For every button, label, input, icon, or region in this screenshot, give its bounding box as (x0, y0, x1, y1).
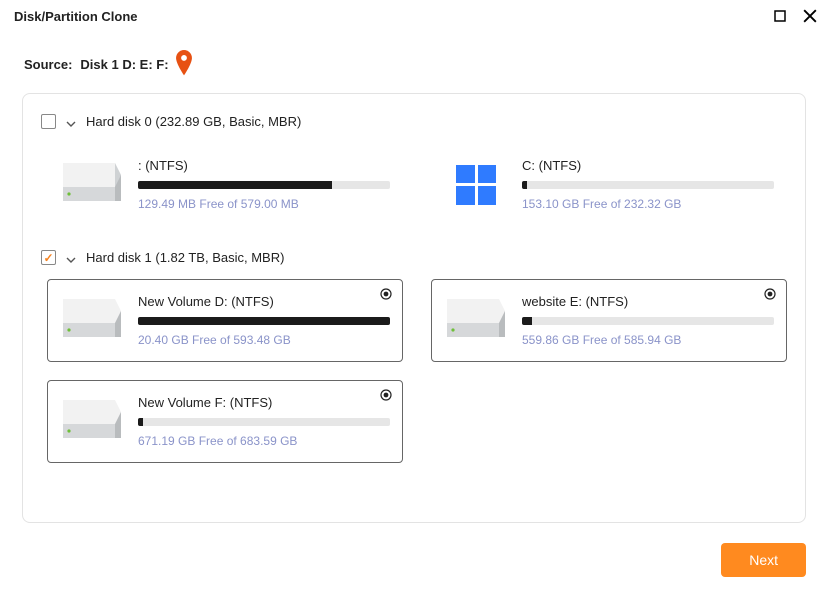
selected-radio-icon (380, 288, 392, 300)
partition-free: 129.49 MB Free of 579.00 MB (138, 197, 390, 211)
window-controls (772, 8, 818, 24)
partition-title: website E: (NTFS) (522, 294, 774, 309)
source-value: Disk 1 D: E: F: (80, 57, 168, 72)
selected-radio-icon (380, 389, 392, 401)
usage-bar (522, 317, 774, 325)
disk-checkbox-1[interactable] (41, 250, 56, 265)
partition-title: New Volume F: (NTFS) (138, 395, 390, 410)
partition-title: New Volume D: (NTFS) (138, 294, 390, 309)
close-button[interactable] (802, 8, 818, 24)
disk-1-partitions-row1: New Volume D: (NTFS) 20.40 GB Free of 59… (47, 279, 787, 362)
drive-icon (60, 395, 124, 448)
usage-bar (138, 418, 390, 426)
chevron-down-icon[interactable] (66, 253, 76, 263)
selected-radio-icon (764, 288, 776, 300)
partition-free: 559.86 GB Free of 585.94 GB (522, 333, 774, 347)
disk-label-1: Hard disk 1 (1.82 TB, Basic, MBR) (86, 250, 284, 265)
partition-card[interactable]: : (NTFS) 129.49 MB Free of 579.00 MB (47, 143, 403, 226)
drive-icon (60, 158, 124, 211)
titlebar: Disk/Partition Clone (0, 0, 828, 32)
partition-card[interactable]: New Volume F: (NTFS) 671.19 GB Free of 6… (47, 380, 403, 463)
disk-0-partitions: : (NTFS) 129.49 MB Free of 579.00 MB C: … (47, 143, 787, 226)
disk-list-panel: Hard disk 0 (232.89 GB, Basic, MBR) : (N… (22, 93, 806, 523)
usage-bar (138, 317, 390, 325)
disk-header-0[interactable]: Hard disk 0 (232.89 GB, Basic, MBR) (41, 114, 787, 129)
footer: Next (721, 543, 806, 577)
partition-card[interactable]: C: (NTFS) 153.10 GB Free of 232.32 GB (431, 143, 787, 226)
map-pin-icon (175, 50, 193, 79)
partition-title: : (NTFS) (138, 158, 390, 173)
maximize-button[interactable] (772, 8, 788, 24)
drive-icon (444, 294, 508, 347)
chevron-down-icon[interactable] (66, 117, 76, 127)
windows-icon (444, 158, 508, 211)
next-button[interactable]: Next (721, 543, 806, 577)
source-row: Source: Disk 1 D: E: F: (0, 32, 828, 85)
partition-free: 20.40 GB Free of 593.48 GB (138, 333, 390, 347)
window-title: Disk/Partition Clone (14, 9, 138, 24)
partition-free: 153.10 GB Free of 232.32 GB (522, 197, 774, 211)
usage-bar (138, 181, 390, 189)
source-label: Source: (24, 57, 72, 72)
partition-title: C: (NTFS) (522, 158, 774, 173)
disk-1-partitions-row2: New Volume F: (NTFS) 671.19 GB Free of 6… (47, 380, 787, 463)
disk-label-0: Hard disk 0 (232.89 GB, Basic, MBR) (86, 114, 301, 129)
partition-free: 671.19 GB Free of 683.59 GB (138, 434, 390, 448)
drive-icon (60, 294, 124, 347)
partition-card[interactable]: website E: (NTFS) 559.86 GB Free of 585.… (431, 279, 787, 362)
partition-card[interactable]: New Volume D: (NTFS) 20.40 GB Free of 59… (47, 279, 403, 362)
usage-bar (522, 181, 774, 189)
disk-header-1[interactable]: Hard disk 1 (1.82 TB, Basic, MBR) (41, 250, 787, 265)
disk-checkbox-0[interactable] (41, 114, 56, 129)
